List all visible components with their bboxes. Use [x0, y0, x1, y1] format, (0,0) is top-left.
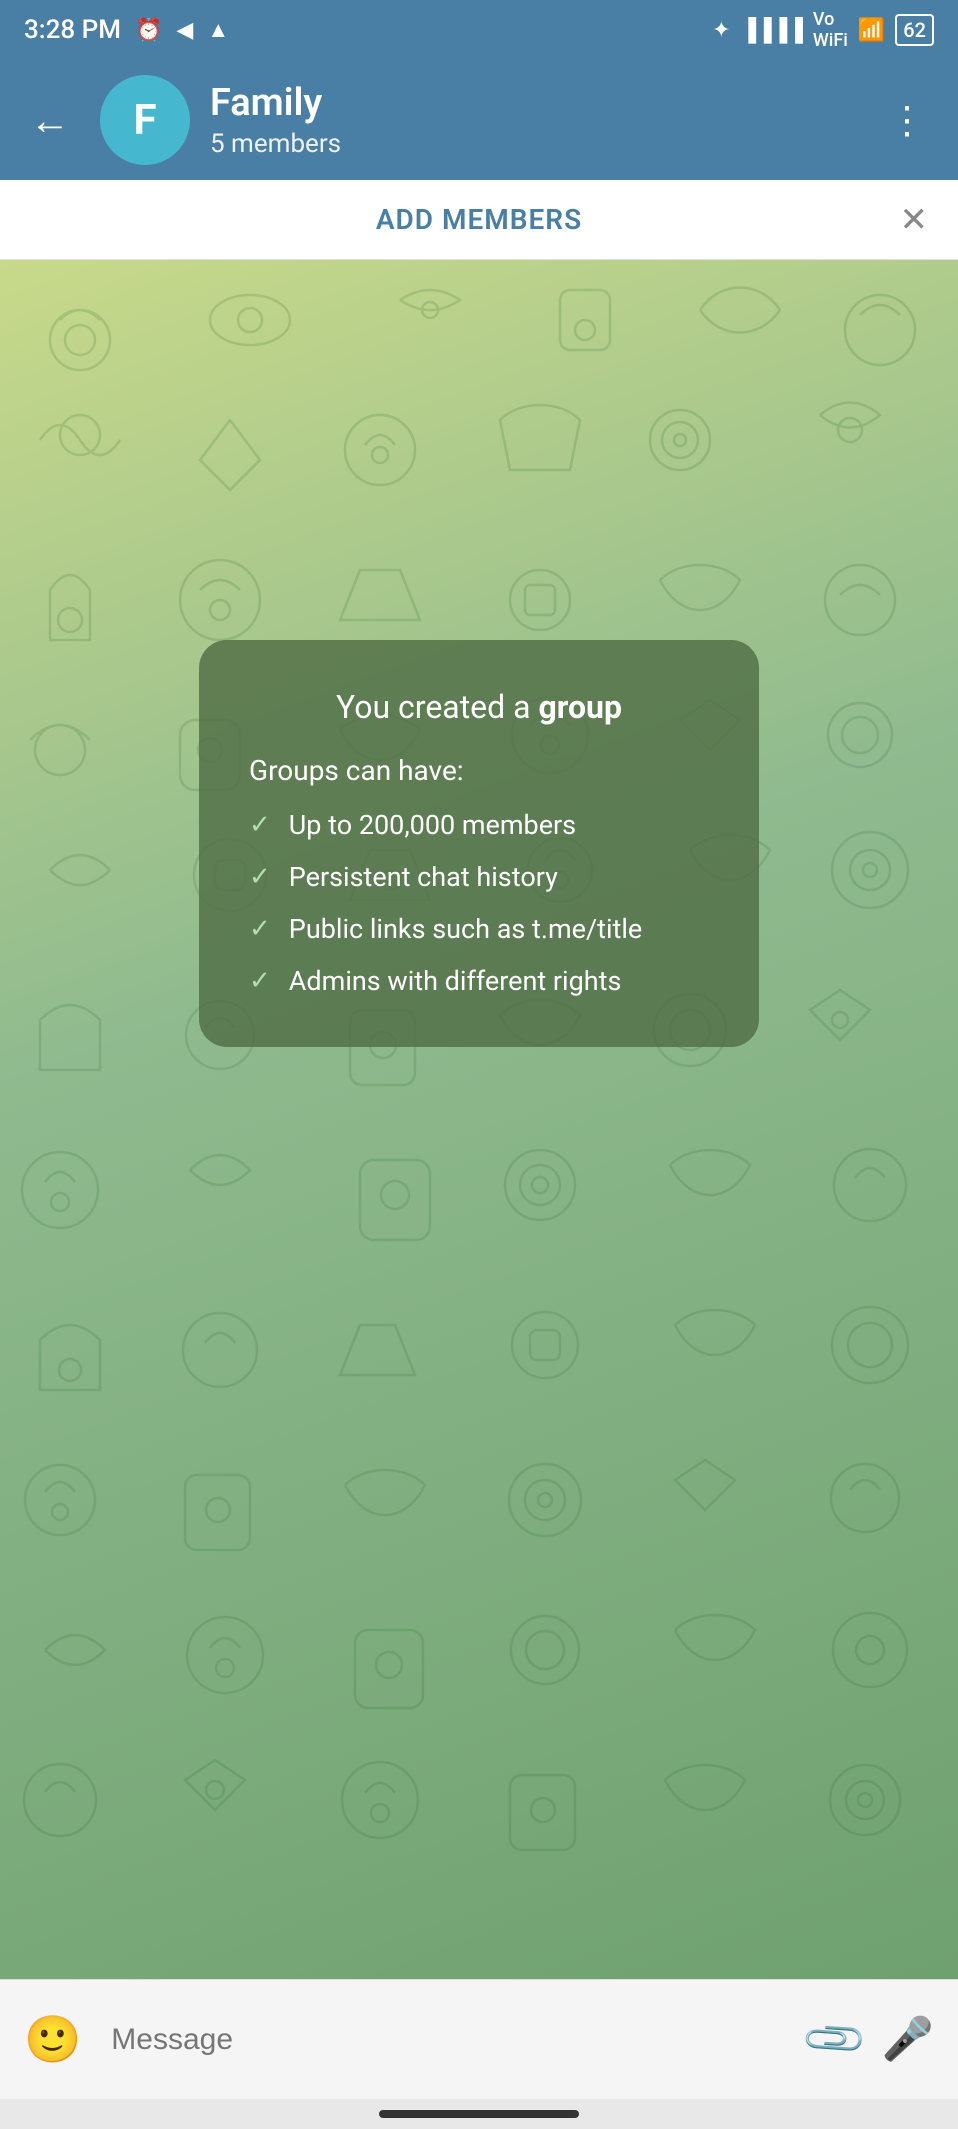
- message-input[interactable]: [101, 2023, 789, 2057]
- header-info: Family 5 members: [210, 81, 858, 159]
- avatar-letter: F: [133, 96, 156, 145]
- status-time: 3:28 PM: [24, 15, 121, 45]
- alarm-icon: ⏰: [135, 18, 162, 43]
- microphone-button[interactable]: 🎤: [882, 2015, 934, 2064]
- info-title-plain: You created a: [336, 688, 538, 726]
- list-item: ✓ Up to 200,000 members: [249, 809, 709, 841]
- home-bar: [379, 2110, 579, 2118]
- check-icon-1: ✓: [249, 810, 271, 840]
- vo-wifi-icon: VoWiFi: [813, 9, 848, 51]
- add-members-bar: ADD MEMBERS ✕: [0, 180, 958, 260]
- battery-icon: 62: [895, 14, 934, 46]
- list-item: ✓ Persistent chat history: [249, 861, 709, 893]
- wifi-icon: 📶: [858, 18, 885, 43]
- list-item-text-4: Admins with different rights: [289, 965, 622, 997]
- member-count: 5 members: [210, 129, 858, 159]
- list-item: ✓ Admins with different rights: [249, 965, 709, 997]
- list-item: ✓ Public links such as t.me/title: [249, 913, 709, 945]
- list-item-text-3: Public links such as t.me/title: [289, 913, 642, 945]
- status-bar: 3:28 PM ⏰ ◀ ▲ ✦ ▐▐▐▐ VoWiFi 📶 62: [0, 0, 958, 60]
- bluetooth-icon: ✦: [712, 18, 730, 43]
- list-item-text-2: Persistent chat history: [289, 861, 558, 893]
- check-icon-2: ✓: [249, 862, 271, 892]
- group-avatar[interactable]: F: [100, 75, 190, 165]
- signal-icon: ▐▐▐▐: [741, 17, 803, 43]
- info-card: You created a group Groups can have: ✓ U…: [199, 640, 759, 1047]
- alert-icon: ▲: [207, 17, 229, 43]
- close-button[interactable]: ✕: [900, 200, 929, 240]
- check-icon-3: ✓: [249, 914, 271, 944]
- add-members-label[interactable]: ADD MEMBERS: [376, 203, 582, 236]
- more-button[interactable]: ⋮: [878, 88, 938, 153]
- group-title[interactable]: Family: [210, 81, 858, 125]
- attach-button[interactable]: 📎: [800, 2004, 872, 2076]
- info-card-title: You created a group: [249, 688, 709, 726]
- chat-header: ← F Family 5 members ⋮: [0, 60, 958, 180]
- info-title-bold: group: [538, 688, 622, 726]
- back-button[interactable]: ←: [20, 87, 80, 154]
- chat-background: You created a group Groups can have: ✓ U…: [0, 260, 958, 1979]
- info-card-subtitle: Groups can have:: [249, 754, 709, 787]
- list-item-text-1: Up to 200,000 members: [289, 809, 576, 841]
- home-indicator: [0, 2099, 958, 2129]
- navigation-icon: ◀: [176, 18, 193, 43]
- emoji-button[interactable]: 🙂: [24, 2013, 81, 2067]
- doodle-overlay: [0, 260, 958, 1979]
- info-card-list: ✓ Up to 200,000 members ✓ Persistent cha…: [249, 809, 709, 997]
- message-input-bar: 🙂 📎 🎤: [0, 1979, 958, 2099]
- status-right: ✦ ▐▐▐▐ VoWiFi 📶 62: [712, 9, 934, 51]
- check-icon-4: ✓: [249, 966, 271, 996]
- status-left: 3:28 PM ⏰ ◀ ▲: [24, 15, 229, 45]
